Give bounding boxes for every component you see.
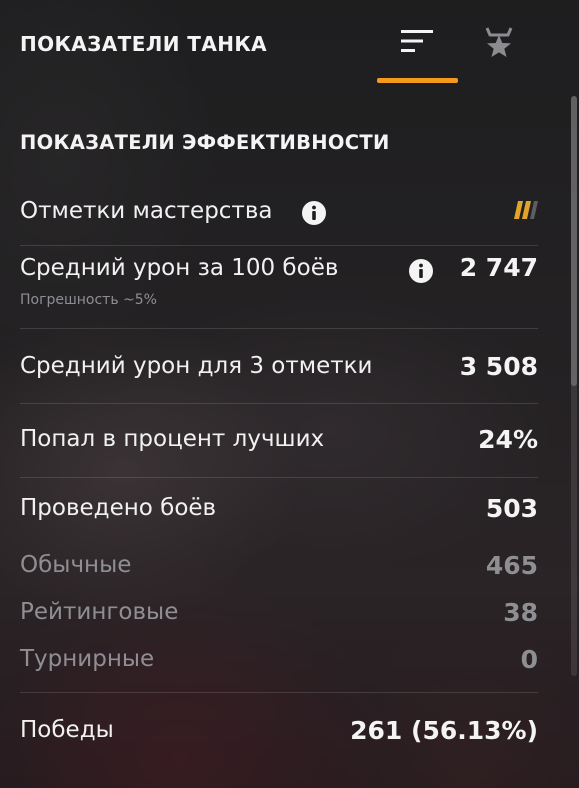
row-value: 2 747 xyxy=(459,253,538,282)
tab-marks[interactable] xyxy=(459,20,539,82)
info-icon[interactable] xyxy=(408,258,434,284)
divider xyxy=(20,692,538,693)
row-battles: Проведено боёв 503 xyxy=(20,494,538,528)
row-label: Обычные xyxy=(20,552,132,578)
section-title: ПОКАЗАТЕЛИ ЭФФЕКТИВНОСТИ xyxy=(20,131,390,154)
row-avg-damage-100: Средний урон за 100 боёв 2 747 Погрешнос… xyxy=(20,252,538,318)
active-tab-indicator xyxy=(377,78,458,83)
row-label: Попал в процент лучших xyxy=(20,426,325,452)
row-regular-battles: Обычные 465 xyxy=(20,551,538,583)
row-label: Средний урон за 100 боёв xyxy=(20,255,339,281)
row-mastery-marks: Отметки мастерства xyxy=(20,196,538,230)
divider xyxy=(20,245,538,246)
panel-title: ПОКАЗАТЕЛИ ТАНКА xyxy=(20,32,267,56)
row-value: 261 (56.13%) xyxy=(350,716,538,745)
row-value: 3 508 xyxy=(459,352,538,381)
mastery-marks-icon xyxy=(514,201,538,219)
row-top-percent: Попал в процент лучших 24% xyxy=(20,425,538,459)
row-value: 465 xyxy=(485,551,538,580)
row-sublabel: Погрешность ~5% xyxy=(20,292,157,308)
row-rating-battles: Рейтинговые 38 xyxy=(20,598,538,630)
star-icon xyxy=(485,27,513,57)
tank-stats-panel: ПОКАЗАТЕЛИ ТАНКА ПОКАЗАТЕЛИ ЭФФЕКТИВНОСТ… xyxy=(0,0,566,788)
row-value: 38 xyxy=(503,598,538,627)
row-avg-damage-3-marks: Средний урон для 3 отметки 3 508 xyxy=(20,352,538,386)
row-label: Победы xyxy=(20,717,114,743)
row-label: Турнирные xyxy=(20,646,155,672)
row-value: 503 xyxy=(485,494,538,523)
row-value: 0 xyxy=(520,645,538,674)
row-tournament-battles: Турнирные 0 xyxy=(20,645,538,677)
divider xyxy=(20,477,538,478)
row-label: Средний урон для 3 отметки xyxy=(20,353,373,379)
info-icon[interactable] xyxy=(301,200,327,226)
divider xyxy=(20,403,538,404)
list-icon xyxy=(401,30,433,52)
row-label: Проведено боёв xyxy=(20,495,217,521)
tab-stats[interactable] xyxy=(377,20,457,82)
scrollbar-thumb[interactable] xyxy=(571,96,577,386)
row-wins: Победы 261 (56.13%) xyxy=(20,716,538,750)
row-label: Отметки мастерства xyxy=(20,198,273,224)
row-value: 24% xyxy=(478,425,538,454)
row-label: Рейтинговые xyxy=(20,599,179,625)
panel-header: ПОКАЗАТЕЛИ ТАНКА xyxy=(0,0,566,86)
divider xyxy=(20,328,538,329)
